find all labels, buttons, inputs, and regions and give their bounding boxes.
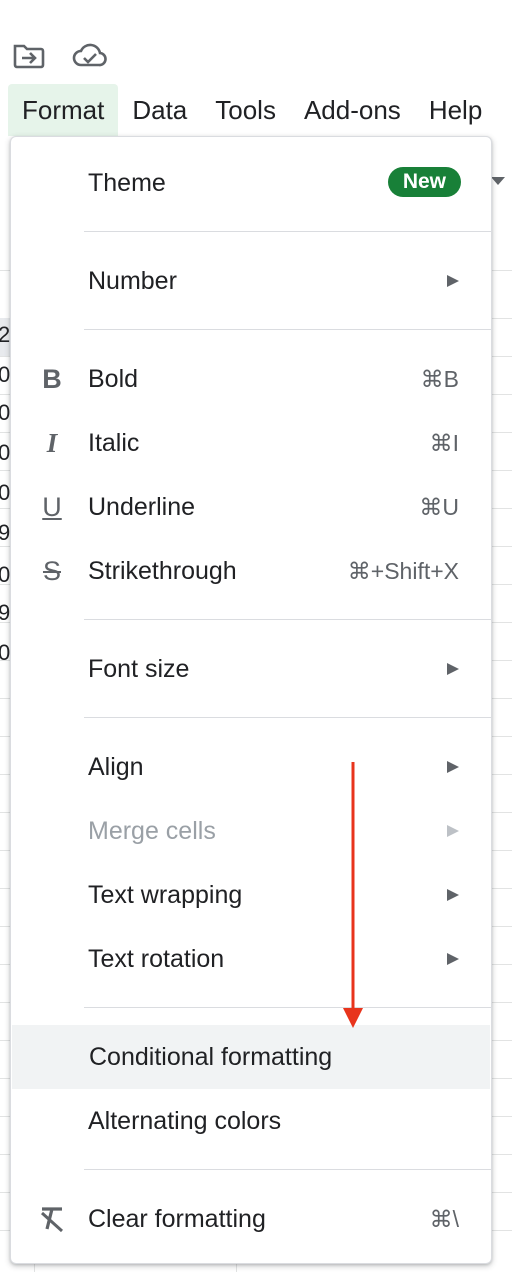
menu-item-label: Bold — [88, 365, 139, 393]
menu-item-alternating-colors[interactable]: Alternating colors — [11, 1089, 491, 1153]
shortcut-text: ⌘U — [419, 494, 459, 520]
menu-item-label: Alternating colors — [88, 1107, 282, 1135]
cell-value: 0 — [0, 362, 11, 387]
menu-item-label: Italic — [88, 429, 140, 457]
menu-item-label: Theme — [88, 169, 166, 197]
menu-divider — [84, 1169, 491, 1170]
submenu-arrow-icon — [447, 761, 459, 773]
menu-item-strikethrough[interactable]: S Strikethrough ⌘+Shift+X — [11, 539, 491, 603]
submenu-arrow-icon — [447, 953, 459, 965]
cell-value: 9 — [0, 520, 11, 545]
shortcut-text: ⌘\ — [429, 1206, 459, 1232]
move-to-folder-icon[interactable] — [12, 42, 46, 70]
cloud-saved-icon[interactable] — [72, 42, 107, 70]
menu-help[interactable]: Help — [415, 84, 496, 136]
menu-item-label: Merge cells — [88, 817, 216, 845]
strikethrough-icon: S — [42, 556, 61, 586]
menu-bar: Format Data Tools Add-ons Help — [8, 84, 496, 136]
menu-divider — [84, 619, 491, 620]
dropdown-caret-icon[interactable] — [491, 177, 505, 185]
menu-item-italic[interactable]: I Italic ⌘I — [11, 411, 491, 475]
menu-item-label: Conditional formatting — [89, 1043, 333, 1071]
underline-icon: U — [42, 492, 62, 522]
submenu-arrow-icon — [447, 889, 459, 901]
menu-item-theme[interactable]: Theme New — [11, 151, 491, 215]
menu-divider — [84, 231, 491, 232]
cell-value: 9 — [0, 600, 11, 625]
shortcut-text: ⌘+Shift+X — [347, 558, 459, 584]
menu-item-font-size[interactable]: Font size — [11, 637, 491, 701]
menu-item-label: Underline — [88, 493, 196, 521]
menu-item-clear-formatting[interactable]: Clear formatting ⌘\ — [11, 1187, 491, 1251]
menu-tools[interactable]: Tools — [201, 84, 290, 136]
menu-add-ons[interactable]: Add-ons — [290, 84, 415, 136]
menu-item-conditional-formatting[interactable]: Conditional formatting — [12, 1025, 490, 1089]
menu-data[interactable]: Data — [118, 84, 201, 136]
new-badge: New — [387, 167, 461, 197]
cell-value: 0 — [0, 440, 11, 465]
cell-value: 0 — [0, 562, 11, 587]
italic-icon: I — [46, 428, 58, 458]
clear-formatting-icon — [37, 1204, 67, 1234]
bold-icon: B — [42, 364, 62, 394]
menu-divider — [84, 329, 491, 330]
menu-item-text-wrapping[interactable]: Text wrapping — [11, 863, 491, 927]
cell-value: 0 — [0, 480, 11, 505]
menu-item-merge-cells: Merge cells — [11, 799, 491, 863]
format-menu: Theme New Number B Bold ⌘B I Italic ⌘I U… — [10, 136, 492, 1264]
submenu-arrow-icon — [447, 663, 459, 675]
submenu-arrow-icon — [447, 275, 459, 287]
menu-item-align[interactable]: Align — [11, 735, 491, 799]
menu-item-label: Strikethrough — [88, 557, 237, 585]
menu-item-bold[interactable]: B Bold ⌘B — [11, 347, 491, 411]
shortcut-text: ⌘B — [420, 366, 459, 392]
menu-format[interactable]: Format — [8, 84, 119, 136]
menu-divider — [84, 1007, 491, 1008]
shortcut-text: ⌘I — [429, 430, 459, 456]
menu-item-text-rotation[interactable]: Text rotation — [11, 927, 491, 991]
menu-item-label: Text wrapping — [88, 881, 243, 909]
cell-value: 0 — [0, 640, 11, 665]
cell-value: 2 — [0, 322, 11, 347]
menu-item-label: Clear formatting — [88, 1205, 266, 1233]
menu-item-label: Align — [88, 753, 144, 781]
submenu-arrow-icon — [447, 825, 459, 837]
annotation-arrow-icon — [338, 762, 368, 1032]
menu-item-number[interactable]: Number — [11, 249, 491, 313]
cell-value: 0 — [0, 400, 11, 425]
menu-item-label: Text rotation — [88, 945, 225, 973]
menu-item-label: Number — [88, 267, 177, 295]
menu-divider — [84, 717, 491, 718]
menu-item-underline[interactable]: U Underline ⌘U — [11, 475, 491, 539]
menu-item-label: Font size — [88, 655, 190, 683]
